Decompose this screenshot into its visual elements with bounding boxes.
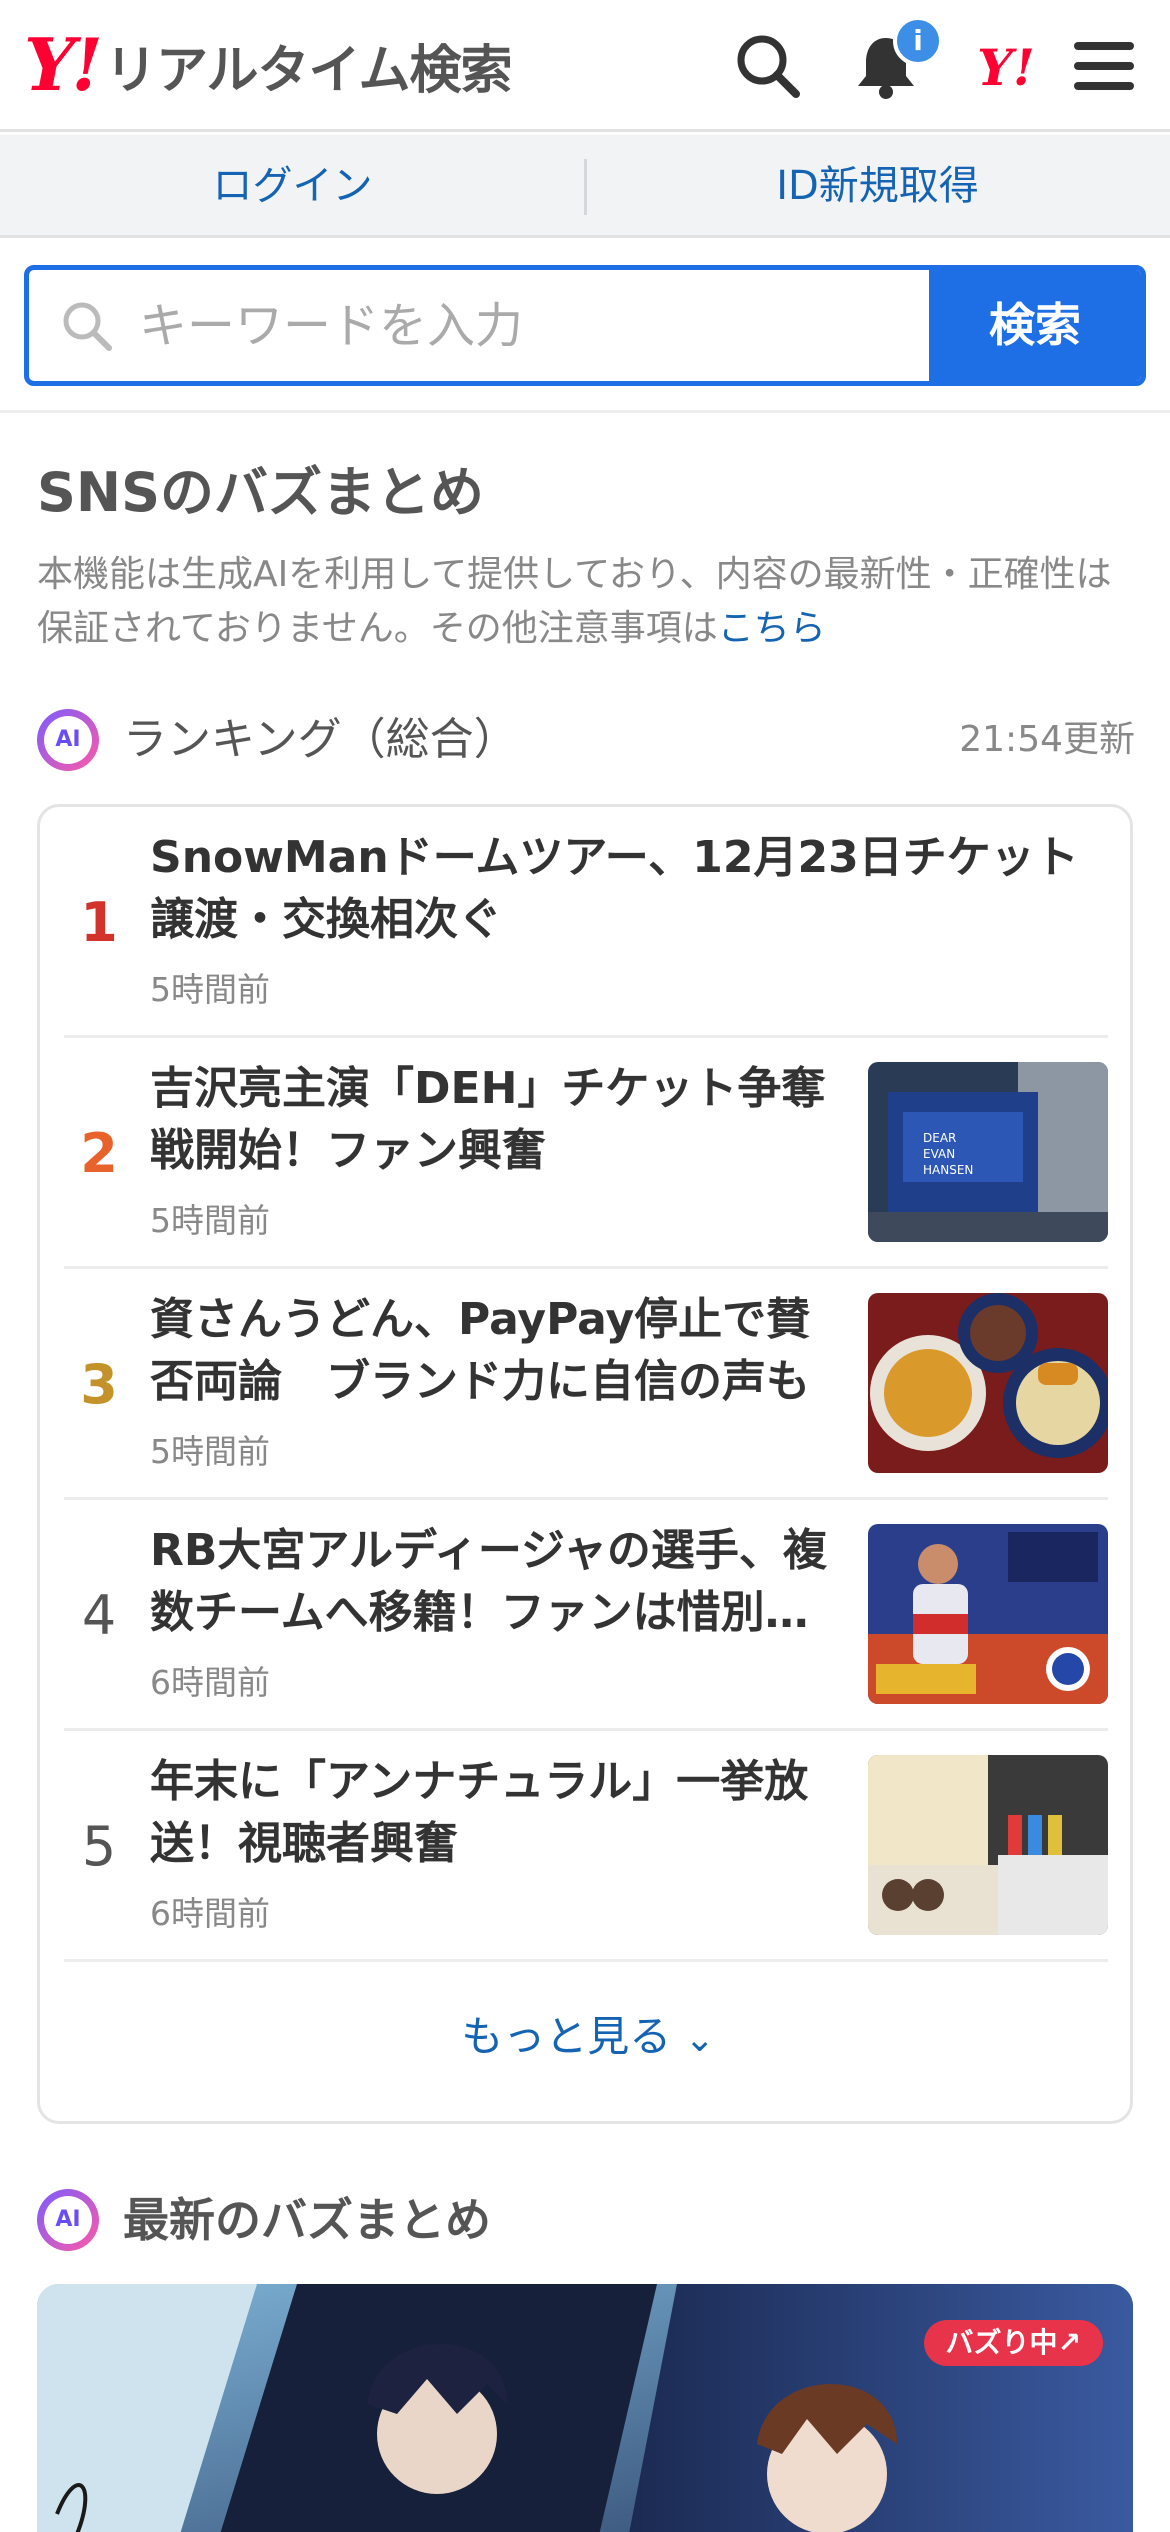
ranking-item-title: RB大宮アルディージャの選手、複数チームへ移籍！ファンは惜別… xyxy=(150,1525,827,1638)
updated-time: 21:54更新 xyxy=(959,719,1135,760)
ranking-item-title: 資さんうどん、PayPay停止で賛否両論 ブランド力に自信の声も xyxy=(150,1294,811,1407)
yahoo-realtime-logo[interactable]: Y! リアルタイム検索 xyxy=(24,22,512,107)
ranking-item-time: 6時間前 xyxy=(150,1663,270,1702)
ranking-item-time: 5時間前 xyxy=(150,970,270,1009)
latest-buzz-header: AI 最新のバズまとめ xyxy=(37,2185,1135,2255)
disclaimer-link[interactable]: こちら xyxy=(718,608,826,649)
ai-disclaimer: 本機能は生成AIを利用して提供しており、内容の最新性・正確性は保証されておりませ… xyxy=(37,548,1137,656)
search-icon[interactable] xyxy=(730,28,806,104)
search-input[interactable] xyxy=(139,270,939,381)
thumbnail-image xyxy=(868,1293,1108,1473)
yahoo-account-icon[interactable]: Y! xyxy=(966,38,1046,98)
ranking-item-time: 6時間前 xyxy=(150,1894,270,1933)
disclaimer-text: 本機能は生成AIを利用して提供しており、内容の最新性・正確性は保証されておりませ… xyxy=(37,554,1112,649)
svg-text:EVAN: EVAN xyxy=(923,1147,955,1161)
register-link[interactable]: ID新規取得 xyxy=(585,135,1170,238)
rank-number: 1 xyxy=(80,891,118,954)
ai-icon: AI xyxy=(37,2189,99,2251)
section-divider xyxy=(0,410,1170,413)
account-bar: ログイン ID新規取得 xyxy=(0,135,1170,238)
rank-number: 2 xyxy=(80,1122,118,1185)
search-magnifier-icon xyxy=(59,298,115,354)
search-form: 検索 xyxy=(24,265,1146,386)
svg-text:DEAR: DEAR xyxy=(923,1131,956,1145)
ranking-item-time: 5時間前 xyxy=(150,1201,270,1240)
ranking-item-title: 年末に「アンナチュラル」一挙放送！視聴者興奮 xyxy=(150,1756,809,1869)
hamburger-menu-icon[interactable] xyxy=(1066,28,1142,104)
yahoo-logo-mark: Y! xyxy=(24,22,103,107)
rank-number: 5 xyxy=(81,1815,117,1878)
app-header: Y! リアルタイム検索 i Y! xyxy=(0,0,1170,132)
search-button[interactable]: 検索 xyxy=(929,270,1141,381)
show-more-button[interactable]: もっと見る ⌄ xyxy=(40,1987,1136,2087)
ranking-header: AI ランキング（総合） 21:54更新 xyxy=(37,705,1135,775)
page-title: SNSのバズまとめ xyxy=(37,461,484,524)
thumbnail-image xyxy=(868,1755,1108,1935)
ranking-title: ランキング（総合） xyxy=(123,714,518,765)
logo-title: リアルタイム検索 xyxy=(105,40,512,101)
svg-text:HANSEN: HANSEN xyxy=(923,1163,973,1177)
chevron-down-icon: ⌄ xyxy=(684,2019,715,2060)
ranking-item-title: SnowManドームツアー、12月23日チケット譲渡・交換相次ぐ xyxy=(150,832,1079,945)
ranking-item-time: 5時間前 xyxy=(150,1432,270,1471)
ranking-item[interactable]: 3 資さんうどん、PayPay停止で賛否両論 ブランド力に自信の声も 5時間前 xyxy=(64,1269,1108,1500)
thumbnail-image: DEAR EVAN HANSEN xyxy=(868,1062,1108,1242)
login-link[interactable]: ログイン xyxy=(0,135,585,238)
ranking-item[interactable]: 1 SnowManドームツアー、12月23日チケット譲渡・交換相次ぐ 5時間前 xyxy=(64,807,1108,1038)
buzzing-badge: バズり中↗ xyxy=(923,2320,1103,2366)
ranking-item-title: 吉沢亮主演「DEH」チケット争奪戦開始！ファン興奮 xyxy=(150,1063,826,1176)
ai-icon: AI xyxy=(37,709,99,771)
show-more-label: もっと見る xyxy=(461,2012,672,2061)
thumbnail-image xyxy=(868,1524,1108,1704)
latest-buzz-banner[interactable]: バズり中↗ xyxy=(37,2284,1133,2532)
ranking-item[interactable]: 5 年末に「アンナチュラル」一挙放送！視聴者興奮 6時間前 xyxy=(64,1731,1108,1962)
ranking-item[interactable]: 4 RB大宮アルディージャの選手、複数チームへ移籍！ファンは惜別… 6時間前 xyxy=(64,1500,1108,1731)
rank-number: 4 xyxy=(81,1584,117,1647)
ranking-item[interactable]: 2 吉沢亮主演「DEH」チケット争奪戦開始！ファン興奮 5時間前 DEAR EV… xyxy=(64,1038,1108,1269)
rank-number: 3 xyxy=(80,1353,118,1416)
ai-icon-label: AI xyxy=(55,2207,81,2232)
ranking-card: 1 SnowManドームツアー、12月23日チケット譲渡・交換相次ぐ 5時間前 … xyxy=(37,804,1133,2124)
notification-badge: i xyxy=(893,16,943,66)
latest-buzz-title: 最新のバズまとめ xyxy=(123,2193,491,2247)
ai-icon-label: AI xyxy=(55,727,81,752)
